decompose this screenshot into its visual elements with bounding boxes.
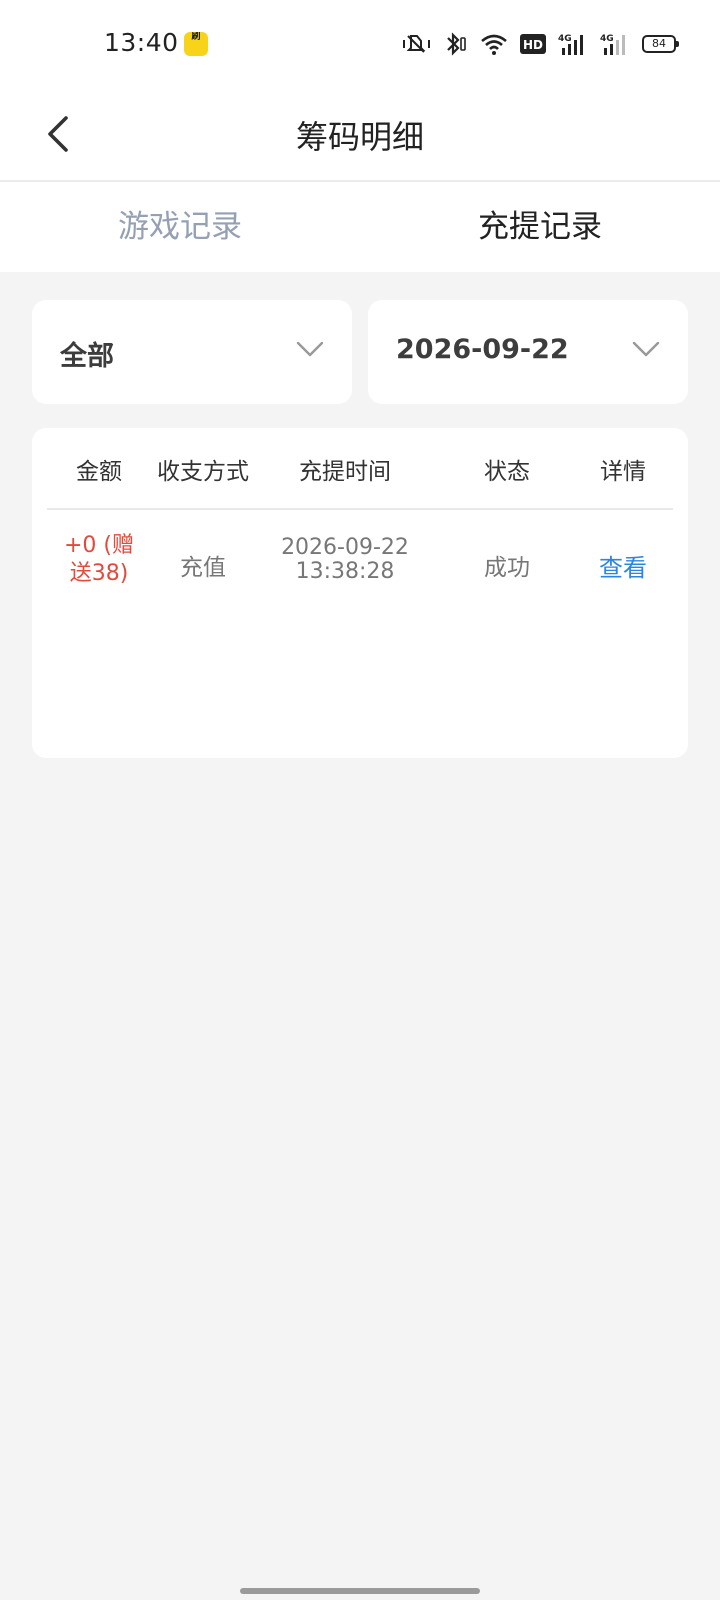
row-time: 2026-09-22 13:38:28 [255,536,435,584]
signal-4g-icon: 4G [600,32,630,56]
home-indicator[interactable] [240,1588,480,1594]
header-amount: 金额 [76,459,122,485]
header-time: 充提时间 [299,459,391,485]
svg-text:HD: HD [523,38,543,52]
tab-game-records[interactable]: 游戏记录 [0,182,360,272]
nav-bar: 筹码明细 [0,88,720,182]
header-method: 收支方式 [157,459,249,485]
date-filter-value: 2026-09-22 [396,334,569,365]
chevron-down-icon [296,341,324,357]
tab-deposit-withdraw-records[interactable]: 充提记录 [360,182,720,272]
header-status: 状态 [484,459,530,485]
row-amount: +0 (赠 送38) [47,532,151,588]
page-title: 筹码明细 [295,118,424,156]
date-filter-dropdown[interactable]: 2026-09-22 [368,300,688,404]
row-method: 充值 [180,555,226,581]
app-notification-icon: 刷 [184,32,208,56]
type-filter-value: 全部 [60,341,114,372]
view-detail-link[interactable]: 查看 [573,548,673,583]
row-date: 2026-09-22 [281,535,409,560]
battery-icon: 84 [642,35,679,53]
table-row: +0 (赠 送38) 充值 2026-09-22 13:38:28 成功 查看 [47,510,673,620]
type-filter-dropdown[interactable]: 全部 [32,300,352,404]
signal-4g-icon: 4G [558,32,588,56]
svg-text:4G: 4G [600,34,614,44]
table-header: 金额 收支方式 充提时间 状态 详情 [47,428,673,510]
records-table: 金额 收支方式 充提时间 状态 详情 +0 (赠 送38) 充值 2026-09… [32,428,688,758]
row-clock-time: 13:38:28 [295,559,395,584]
row-amount-line2: 送38) [69,561,129,586]
screen: 13:40 刷 HD 4G 4G 84 筹码明细 游戏记录 充提记录 全部 20… [0,0,720,1600]
vibrate-mute-icon [402,32,432,56]
svg-text:4G: 4G [558,34,572,44]
chevron-down-icon [632,341,660,357]
hd-icon: HD [520,34,546,54]
tab-bar: 游戏记录 充提记录 [0,182,720,272]
bluetooth-icon [444,31,468,57]
row-status: 成功 [484,555,530,581]
status-icons: HD 4G 4G 84 [402,30,679,58]
wifi-icon [480,32,508,56]
status-time: 13:40 [104,28,179,57]
row-amount-line1: +0 (赠 [63,533,134,558]
status-bar: 13:40 刷 HD 4G 4G 84 [0,0,720,88]
header-detail: 详情 [600,459,646,485]
